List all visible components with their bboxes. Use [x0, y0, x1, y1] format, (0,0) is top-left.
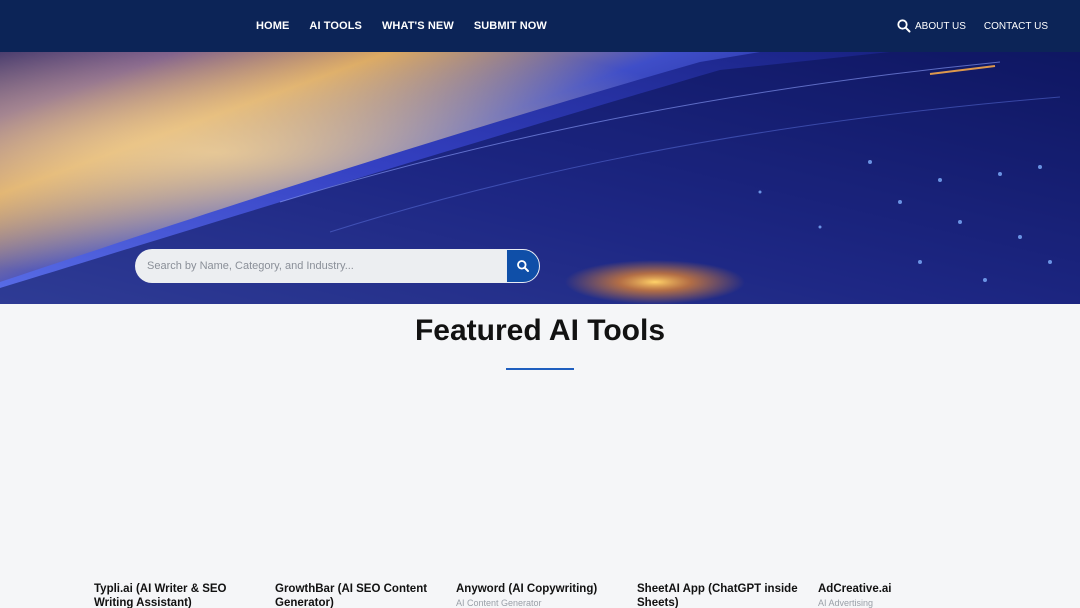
tool-name[interactable]: Anyword (AI Copywriting) — [456, 582, 626, 596]
tool-card-growthbar[interactable]: GrowthBar (AI SEO Content Generator) — [275, 582, 445, 608]
tool-name[interactable]: SheetAI App (ChatGPT inside Sheets) — [637, 582, 807, 608]
tool-category: AI Advertising — [818, 598, 874, 608]
search-icon — [517, 260, 529, 272]
nav-about-us-link[interactable]: ABOUT US — [915, 21, 966, 32]
tool-card-sheetai[interactable]: SheetAI App (ChatGPT inside Sheets) — [637, 582, 807, 608]
title-underline-divider — [506, 368, 574, 370]
tool-card-adcreative[interactable]: AdCreative.ai AI Advertising — [818, 582, 988, 608]
tool-name[interactable]: AdCreative.ai — [818, 582, 988, 596]
nav-contact-us-link[interactable]: CONTACT US — [984, 21, 1048, 32]
tool-name[interactable]: Typli.ai (AI Writer & SEO Writing Assist… — [94, 582, 264, 608]
hero-banner — [0, 52, 1080, 304]
nav-ai-tools-link[interactable]: AI TOOLS — [309, 20, 362, 32]
top-navigation-bar: HOME AI TOOLS WHAT'S NEW SUBMIT NOW ABOU… — [0, 0, 1080, 52]
secondary-nav: ABOUT US CONTACT US — [897, 0, 1048, 52]
tool-search-bar — [135, 249, 540, 283]
main-nav: HOME AI TOOLS WHAT'S NEW SUBMIT NOW — [256, 0, 567, 52]
nav-submit-now-link[interactable]: SUBMIT NOW — [474, 20, 547, 32]
tool-category: AI Content Generator — [456, 598, 542, 608]
search-submit-button[interactable] — [506, 249, 540, 283]
featured-section-title: Featured AI Tools — [414, 314, 666, 347]
tool-card-typli[interactable]: Typli.ai (AI Writer & SEO Writing Assist… — [94, 582, 264, 608]
nav-home-link[interactable]: HOME — [256, 20, 289, 32]
tool-card-anyword[interactable]: Anyword (AI Copywriting) AI Content Gene… — [456, 582, 626, 608]
search-input[interactable] — [135, 249, 507, 283]
nav-whats-new-link[interactable]: WHAT'S NEW — [382, 20, 454, 32]
tool-name[interactable]: GrowthBar (AI SEO Content Generator) — [275, 582, 445, 608]
